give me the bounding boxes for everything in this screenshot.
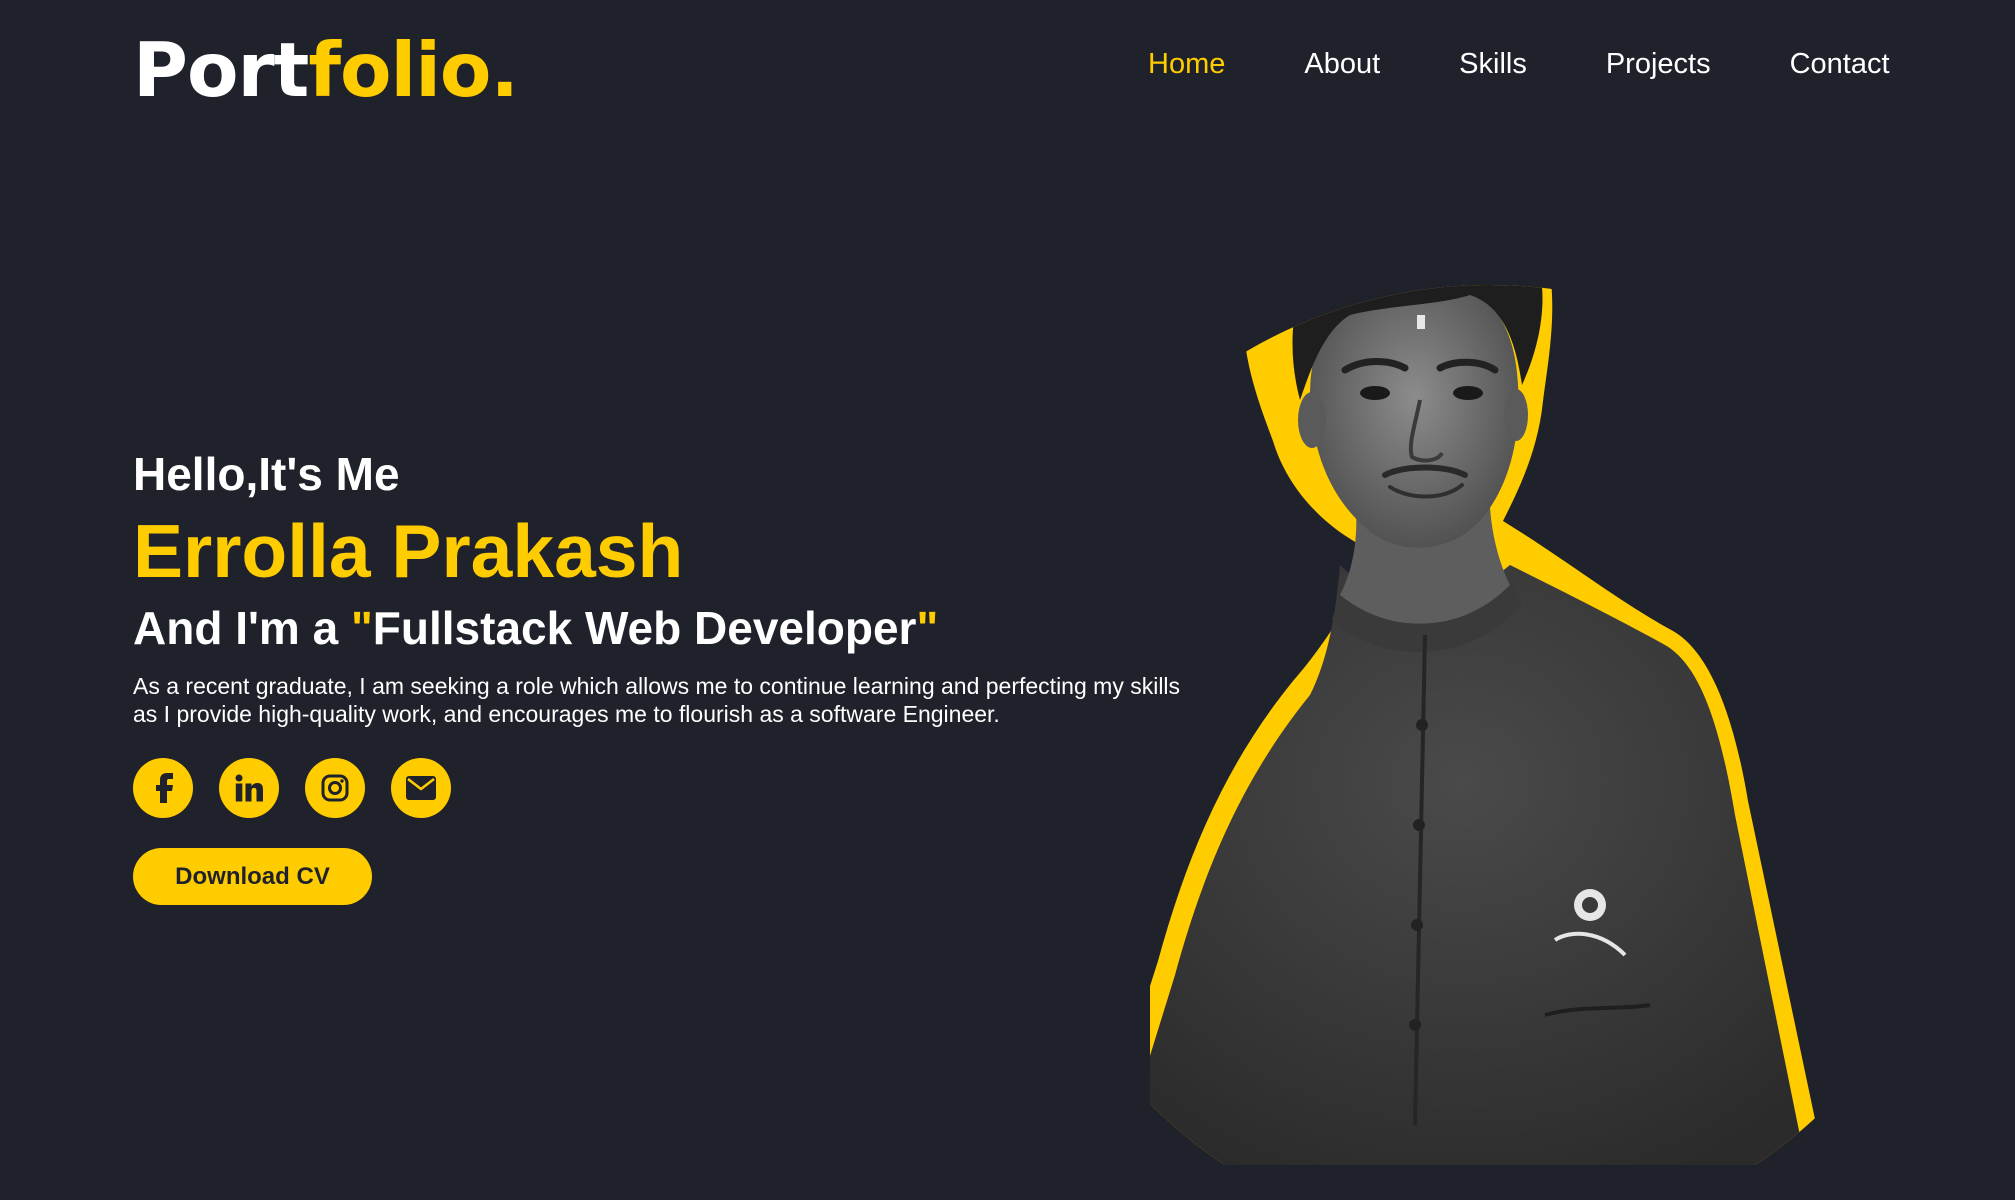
nav-home[interactable]: Home — [1148, 44, 1225, 84]
hero-description: As a recent graduate, I am seeking a rol… — [133, 673, 1181, 727]
main-nav: Home About Skills Projects Contact — [1148, 44, 1890, 84]
instagram-icon — [321, 774, 349, 802]
social-links — [133, 758, 451, 818]
profile-portrait — [1150, 285, 1828, 1165]
logo-main: Port — [133, 26, 309, 114]
role-quote-open: " — [350, 602, 373, 654]
portrait-body — [1150, 565, 1810, 1165]
logo[interactable]: Portfolio. — [133, 26, 519, 114]
hero-greeting: Hello,It's Me — [133, 448, 400, 500]
nav-about[interactable]: About — [1304, 44, 1380, 84]
download-cv-button[interactable]: Download CV — [133, 848, 372, 905]
linkedin-icon — [235, 774, 263, 802]
hero-role: And I'm a "Fullstack Web Developer" — [133, 600, 938, 656]
nav-projects[interactable]: Projects — [1606, 44, 1711, 84]
nav-skills[interactable]: Skills — [1459, 44, 1527, 84]
hero-name: Errolla Prakash — [133, 509, 684, 593]
nav-contact[interactable]: Contact — [1790, 44, 1890, 84]
role-prefix: And I'm a — [133, 602, 351, 654]
email-link[interactable] — [391, 758, 451, 818]
role-title: Fullstack Web Developer — [372, 602, 917, 654]
instagram-link[interactable] — [305, 758, 365, 818]
facebook-link[interactable] — [133, 758, 193, 818]
facebook-icon — [156, 773, 173, 803]
portfolio-page: Portfolio. Home About Skills Projects Co… — [0, 0, 2015, 1200]
logo-accent: folio. — [308, 26, 519, 114]
envelope-icon — [406, 776, 436, 800]
role-quote-close: " — [916, 602, 939, 654]
linkedin-link[interactable] — [219, 758, 279, 818]
